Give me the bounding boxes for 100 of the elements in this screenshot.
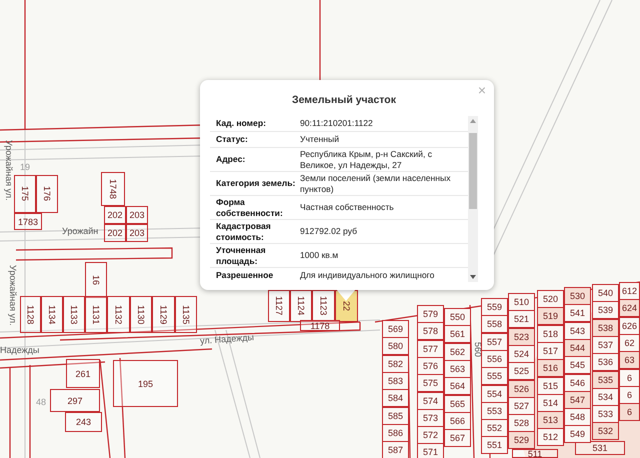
land-parcel[interactable]: 510 <box>508 293 535 311</box>
land-parcel[interactable]: 530 <box>564 287 591 305</box>
land-parcel[interactable]: 1123 <box>312 290 335 322</box>
land-parcel[interactable]: 585 <box>382 406 409 424</box>
land-parcel[interactable]: 62 <box>619 334 640 352</box>
land-parcel[interactable]: 515 <box>537 376 564 394</box>
land-parcel[interactable]: 583 <box>382 372 409 390</box>
land-parcel[interactable]: 563 <box>444 360 471 378</box>
land-parcel[interactable]: 577 <box>417 340 444 358</box>
land-parcel[interactable]: 557 <box>481 332 508 351</box>
land-parcel[interactable]: 517 <box>537 342 564 360</box>
land-parcel[interactable]: 519 <box>537 307 564 326</box>
land-parcel[interactable]: 63 <box>619 351 640 370</box>
land-parcel[interactable]: 16 <box>85 262 107 298</box>
land-parcel[interactable]: 1131 <box>85 296 107 333</box>
land-parcel[interactable]: 1128 <box>20 296 41 333</box>
land-parcel[interactable]: 261 <box>66 359 100 388</box>
land-parcel[interactable]: 1127 <box>268 290 290 322</box>
land-parcel[interactable]: 1748 <box>101 172 125 206</box>
land-parcel[interactable]: 1132 <box>107 296 130 333</box>
land-parcel[interactable]: 546 <box>564 374 591 392</box>
land-parcel[interactable]: 535 <box>592 370 619 388</box>
land-parcel[interactable]: 579 <box>417 305 444 323</box>
land-parcel[interactable]: 540 <box>592 284 619 302</box>
land-parcel[interactable]: 175 <box>14 175 36 213</box>
land-parcel[interactable]: 202 <box>104 224 126 242</box>
land-parcel[interactable]: 536 <box>592 353 619 372</box>
land-parcel[interactable]: 513 <box>537 411 564 430</box>
land-parcel[interactable]: 567 <box>444 429 471 448</box>
land-parcel[interactable]: 553 <box>481 402 508 420</box>
land-parcel[interactable]: 556 <box>481 350 508 368</box>
land-parcel[interactable]: 1129 <box>152 296 175 333</box>
land-parcel[interactable]: 561 <box>444 325 471 344</box>
land-parcel[interactable]: 525 <box>508 362 535 380</box>
land-parcel[interactable]: 243 <box>65 412 102 432</box>
land-parcel[interactable]: 529 <box>508 431 535 450</box>
land-parcel[interactable]: 6 <box>619 386 640 404</box>
land-parcel[interactable]: 1130 <box>130 296 152 333</box>
land-parcel[interactable]: 512 <box>537 428 564 446</box>
land-parcel[interactable]: 564 <box>444 377 471 396</box>
land-parcel[interactable]: 626 <box>619 316 640 335</box>
land-parcel[interactable]: 550 <box>444 308 471 326</box>
land-parcel[interactable]: 203 <box>126 224 148 242</box>
land-parcel[interactable]: 572 <box>417 426 444 444</box>
land-parcel[interactable]: 533 <box>592 405 619 424</box>
land-parcel[interactable]: 526 <box>508 380 535 398</box>
land-parcel[interactable]: 574 <box>417 392 444 410</box>
land-parcel[interactable]: 566 <box>444 412 471 430</box>
scrollbar[interactable] <box>468 116 478 282</box>
land-parcel[interactable]: 554 <box>481 384 508 402</box>
land-parcel[interactable]: 552 <box>481 419 508 438</box>
land-parcel[interactable]: 521 <box>508 310 535 328</box>
land-parcel[interactable]: 569 <box>382 320 409 338</box>
land-parcel[interactable]: 520 <box>537 290 564 308</box>
land-parcel[interactable]: 547 <box>564 390 591 409</box>
land-parcel[interactable]: 1133 <box>63 296 85 333</box>
land-parcel[interactable]: 586 <box>382 424 409 442</box>
land-parcel[interactable]: 573 <box>417 408 444 427</box>
land-parcel[interactable]: 531 <box>575 441 625 455</box>
land-parcel[interactable]: 565 <box>444 394 471 412</box>
land-parcel[interactable]: 612 <box>619 282 640 300</box>
land-parcel[interactable]: 1783 <box>14 213 42 230</box>
land-parcel[interactable]: 571 <box>417 443 444 458</box>
land-parcel[interactable]: 528 <box>508 414 535 432</box>
land-parcel[interactable]: 527 <box>508 396 535 415</box>
land-parcel[interactable]: 587 <box>382 441 409 458</box>
land-parcel[interactable]: 538 <box>592 318 619 337</box>
land-parcel[interactable]: 580 <box>382 337 409 356</box>
land-parcel[interactable]: 203 <box>126 206 148 224</box>
land-parcel[interactable]: 524 <box>508 344 535 363</box>
land-parcel[interactable]: 562 <box>444 342 471 361</box>
land-parcel[interactable]: 297 <box>50 389 100 412</box>
land-parcel[interactable]: 584 <box>382 389 409 408</box>
land-parcel[interactable]: 537 <box>592 336 619 354</box>
land-parcel[interactable]: 548 <box>564 408 591 426</box>
land-parcel[interactable]: 516 <box>537 359 564 378</box>
land-parcel[interactable]: 575 <box>417 374 444 392</box>
land-parcel[interactable]: 202 <box>104 206 126 224</box>
land-parcel[interactable]: 6 <box>619 403 640 422</box>
land-parcel[interactable]: 576 <box>417 356 444 375</box>
land-parcel[interactable]: 176 <box>36 175 58 213</box>
land-parcel[interactable]: 541 <box>564 304 591 322</box>
land-parcel[interactable]: 558 <box>481 315 508 334</box>
land-parcel[interactable]: 1135 <box>175 296 197 333</box>
land-parcel[interactable]: 195 <box>113 360 178 407</box>
land-parcel[interactable]: 578 <box>417 322 444 340</box>
land-parcel[interactable]: 551 <box>481 436 508 454</box>
land-parcel[interactable]: 543 <box>564 322 591 340</box>
land-parcel[interactable]: 559 <box>481 298 508 316</box>
land-parcel[interactable]: 6 <box>619 368 640 386</box>
land-parcel[interactable]: 549 <box>564 425 591 444</box>
land-parcel[interactable]: 532 <box>592 422 619 440</box>
land-parcel[interactable]: 518 <box>537 324 564 343</box>
land-parcel[interactable]: 1124 <box>290 290 312 322</box>
land-parcel[interactable]: 1134 <box>41 296 63 333</box>
land-parcel[interactable]: 511 <box>512 449 558 458</box>
land-parcel[interactable]: 544 <box>564 338 591 357</box>
land-parcel[interactable]: 582 <box>382 354 409 373</box>
land-parcel[interactable]: 624 <box>619 299 640 318</box>
land-parcel[interactable]: 555 <box>481 367 508 386</box>
